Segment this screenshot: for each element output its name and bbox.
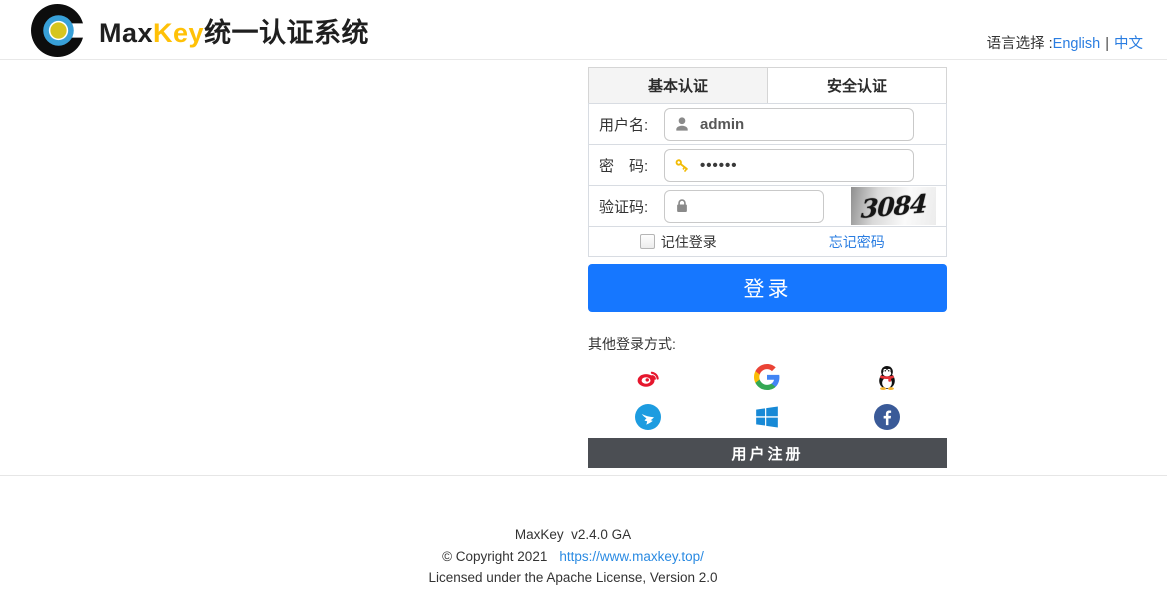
brand-max: Max [99, 18, 153, 48]
windows-login-button[interactable] [754, 404, 780, 430]
captcha-row: 验证码: 3084 [588, 185, 947, 227]
user-icon [673, 115, 691, 133]
language-chinese-link[interactable]: 中文 [1114, 36, 1143, 52]
remember-checkbox[interactable] [640, 234, 655, 249]
forgot-password-link[interactable]: 忘记密码 [829, 232, 885, 252]
social-login-providers [588, 364, 947, 430]
username-row: 用户名: [588, 103, 947, 145]
footer-copyright: © Copyright 2021 [442, 549, 547, 564]
brand-key: Key [153, 18, 204, 48]
qq-login-button[interactable] [874, 364, 900, 390]
qq-icon [874, 364, 900, 390]
brand: MaxKey统一认证系统 [30, 2, 369, 59]
footer-version: MaxKey v2.4.0 GA [0, 524, 1146, 546]
captcha-input-box [664, 190, 824, 223]
weibo-icon [635, 364, 661, 390]
remember-row: 记住登录 忘记密码 [588, 226, 947, 257]
remember-label: 记住登录 [661, 232, 717, 252]
footer: MaxKey v2.4.0 GA © Copyright 2021 https:/… [0, 524, 1146, 589]
username-input-box [664, 108, 914, 141]
dingtalk-login-button[interactable] [635, 404, 661, 430]
lock-icon [673, 197, 691, 215]
username-input[interactable] [700, 116, 913, 133]
footer-license: Licensed under the Apache License, Versi… [0, 567, 1146, 589]
page-title: MaxKey统一认证系统 [99, 11, 369, 50]
language-selector: 语言选择 :English| 中文 [987, 32, 1143, 53]
footer-divider [0, 475, 1167, 476]
captcha-image-text: 3084 [860, 189, 927, 224]
auth-tabs: 基本认证 安全认证 [588, 67, 947, 104]
captcha-label: 验证码: [589, 196, 664, 217]
password-label: 密 码: [589, 155, 664, 176]
header: MaxKey统一认证系统 语言选择 :English| 中文 [0, 0, 1167, 60]
captcha-image[interactable]: 3084 [851, 187, 936, 225]
footer-link[interactable]: https://www.maxkey.top/ [559, 549, 704, 564]
weibo-login-button[interactable] [635, 364, 661, 390]
remember-group: 记住登录 [589, 227, 768, 256]
brand-suffix: 统一认证系统 [204, 18, 369, 48]
maxkey-logo-icon [30, 2, 87, 59]
language-english-link[interactable]: English [1053, 36, 1101, 52]
facebook-icon [874, 404, 900, 430]
other-login-methods-label: 其他登录方式: [588, 334, 947, 354]
password-row: 密 码: [588, 144, 947, 186]
tab-secure-auth[interactable]: 安全认证 [768, 68, 946, 103]
login-button[interactable]: 登录 [588, 264, 947, 312]
key-icon [673, 156, 691, 174]
windows-icon [754, 404, 780, 430]
forgot-group: 忘记密码 [768, 227, 947, 256]
dingtalk-icon [635, 404, 661, 430]
google-icon [754, 364, 780, 390]
password-input[interactable] [700, 157, 913, 174]
username-label: 用户名: [589, 114, 664, 135]
language-separator: | [1105, 36, 1109, 52]
google-login-button[interactable] [754, 364, 780, 390]
language-label: 语言选择 : [987, 36, 1053, 52]
register-button[interactable]: 用户注册 [588, 438, 947, 468]
login-panel: 基本认证 安全认证 用户名: 密 码: [588, 67, 947, 468]
tab-basic-auth[interactable]: 基本认证 [589, 68, 768, 103]
captcha-input[interactable] [700, 198, 823, 215]
facebook-login-button[interactable] [874, 404, 900, 430]
footer-copyright-line: © Copyright 2021 https://www.maxkey.top/ [0, 546, 1146, 568]
password-input-box [664, 149, 914, 182]
